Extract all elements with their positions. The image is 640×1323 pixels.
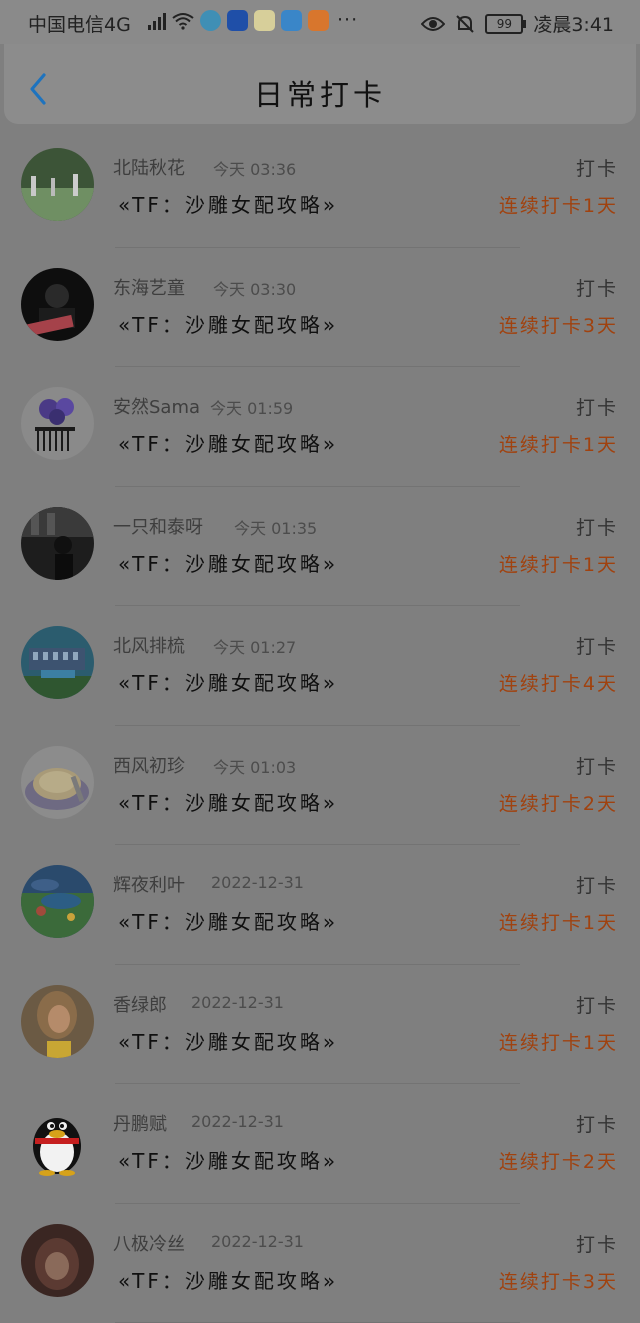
app-notification-icon [200,10,221,31]
checkin-time: 2022-12-31 [191,993,284,1012]
app-notification-icon [281,10,302,31]
list-item[interactable]: 辉夜利叶 2022-12-31 «TF：沙雕女配攻略» 打卡 连续打卡1天 [0,845,640,965]
checkin-list: 北陆秋花 今天 03:36 «TF：沙雕女配攻略» 打卡 连续打卡1天 东海艺童… [0,128,640,1323]
checkin-time: 2022-12-31 [211,1232,304,1251]
avatar[interactable] [21,865,94,938]
book-title[interactable]: «TF：沙雕女配攻略» [118,548,338,577]
book-title[interactable]: «TF：沙雕女配攻略» [118,428,338,457]
streak-label: 连续打卡1天 [499,1028,618,1055]
streak-label: 连续打卡1天 [499,430,618,457]
status-bar: 中国电信4G ··· 99 凌晨3:41 [0,0,640,44]
user-name[interactable]: 辉夜利叶 [113,871,185,897]
list-item[interactable]: 香绿郎 2022-12-31 «TF：沙雕女配攻略» 打卡 连续打卡1天 [0,965,640,1085]
user-name[interactable]: 安然Sama [113,393,200,419]
page-title: 日常打卡 [4,72,636,114]
streak-label: 连续打卡2天 [499,789,618,816]
avatar[interactable] [21,985,94,1058]
user-name[interactable]: 八极冷丝 [113,1230,185,1256]
list-item[interactable]: 北风排梳 今天 01:27 «TF：沙雕女配攻略» 打卡 连续打卡4天 [0,606,640,726]
book-title[interactable]: «TF：沙雕女配攻略» [118,1265,338,1294]
checkin-time: 今天 03:30 [213,276,296,300]
book-title[interactable]: «TF：沙雕女配攻略» [118,787,338,816]
book-title[interactable]: «TF：沙雕女配攻略» [118,309,338,338]
battery-icon: 99 [485,14,523,34]
avatar[interactable] [21,268,94,341]
checkin-label: 打卡 [576,752,618,779]
avatar[interactable] [21,1224,94,1297]
checkin-time: 今天 01:35 [234,515,317,539]
clock-time: 凌晨3:41 [533,10,614,37]
book-title[interactable]: «TF：沙雕女配攻略» [118,906,338,935]
app-notification-icon [308,10,329,31]
list-item[interactable]: 一只和泰呀 今天 01:35 «TF：沙雕女配攻略» 打卡 连续打卡1天 [0,487,640,607]
streak-label: 连续打卡4天 [499,669,618,696]
checkin-label: 打卡 [576,991,618,1018]
notification-icons [172,10,329,31]
mute-bell-icon [455,14,475,34]
user-name[interactable]: 东海艺童 [113,274,185,300]
checkin-time: 今天 01:03 [213,754,296,778]
wifi-icon [172,12,194,30]
user-name[interactable]: 西风初珍 [113,752,185,778]
user-name[interactable]: 北风排梳 [113,632,185,658]
checkin-label: 打卡 [576,274,618,301]
avatar[interactable] [21,148,94,221]
streak-label: 连续打卡1天 [499,908,618,935]
checkin-label: 打卡 [576,393,618,420]
more-notifications-icon: ··· [337,9,358,31]
checkin-time: 今天 03:36 [213,156,296,180]
eye-icon [421,15,445,33]
streak-label: 连续打卡2天 [499,1147,618,1174]
checkin-label: 打卡 [576,154,618,181]
checkin-label: 打卡 [576,871,618,898]
list-item[interactable]: 丹鹏赋 2022-12-31 «TF：沙雕女配攻略» 打卡 连续打卡2天 [0,1084,640,1204]
checkin-time: 今天 01:27 [213,634,296,658]
baidu-app-icon [227,10,248,31]
avatar[interactable] [21,626,94,699]
book-title[interactable]: «TF：沙雕女配攻略» [118,667,338,696]
app-notification-icon [254,10,275,31]
user-name[interactable]: 一只和泰呀 [113,513,203,539]
avatar[interactable] [21,387,94,460]
checkin-label: 打卡 [576,1230,618,1257]
checkin-time: 2022-12-31 [211,873,304,892]
user-name[interactable]: 香绿郎 [113,991,167,1017]
streak-label: 连续打卡1天 [499,191,618,218]
carrier-label: 中国电信4G [28,10,131,37]
list-item[interactable]: 安然Sama 今天 01:59 «TF：沙雕女配攻略» 打卡 连续打卡1天 [0,367,640,487]
signal-icon [148,12,166,30]
book-title[interactable]: «TF：沙雕女配攻略» [118,189,338,218]
avatar[interactable] [21,746,94,819]
checkin-label: 打卡 [576,513,618,540]
top-header: 日常打卡 [4,44,636,124]
avatar[interactable] [21,507,94,580]
checkin-time: 今天 01:59 [210,395,293,419]
list-item[interactable]: 西风初珍 今天 01:03 «TF：沙雕女配攻略» 打卡 连续打卡2天 [0,726,640,846]
streak-label: 连续打卡3天 [499,311,618,338]
checkin-label: 打卡 [576,632,618,659]
user-name[interactable]: 北陆秋花 [113,154,185,180]
checkin-time: 2022-12-31 [191,1112,284,1131]
list-item[interactable]: 东海艺童 今天 03:30 «TF：沙雕女配攻略» 打卡 连续打卡3天 [0,248,640,368]
book-title[interactable]: «TF：沙雕女配攻略» [118,1145,338,1174]
list-item[interactable]: 八极冷丝 2022-12-31 «TF：沙雕女配攻略» 打卡 连续打卡3天 [0,1204,640,1323]
user-name[interactable]: 丹鹏赋 [113,1110,167,1136]
book-title[interactable]: «TF：沙雕女配攻略» [118,1026,338,1055]
streak-label: 连续打卡1天 [499,550,618,577]
checkin-label: 打卡 [576,1110,618,1137]
streak-label: 连续打卡3天 [499,1267,618,1294]
penguin-icon [21,1104,94,1177]
list-item[interactable]: 北陆秋花 今天 03:36 «TF：沙雕女配攻略» 打卡 连续打卡1天 [0,128,640,248]
avatar[interactable] [21,1104,94,1177]
